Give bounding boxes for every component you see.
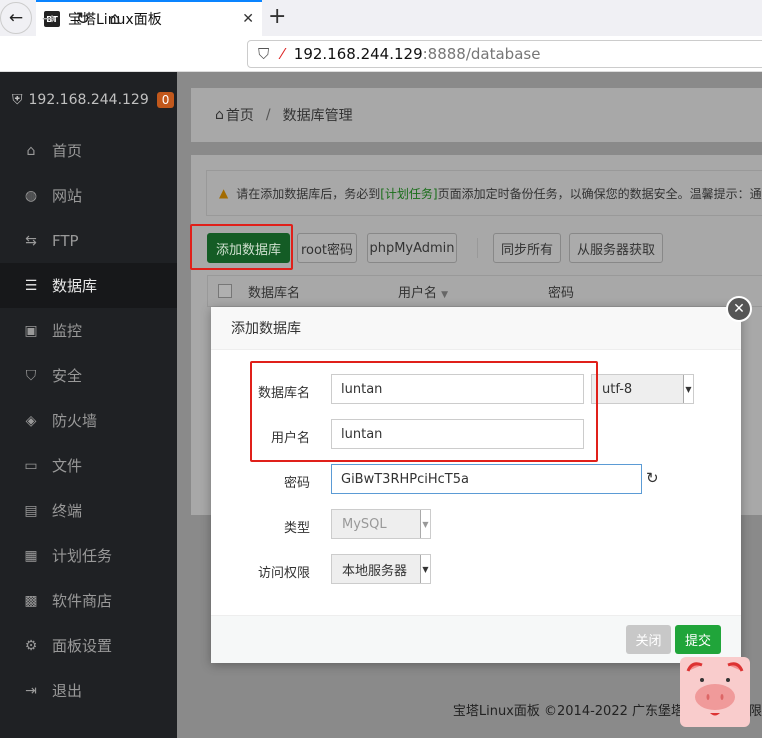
sidebar-item-2[interactable]: ⇆ FTP <box>0 218 177 263</box>
terminal-icon: ▤ <box>24 502 38 519</box>
highlight-box <box>190 224 293 270</box>
server-ip: 192.168.244.129 <box>28 92 149 108</box>
gear-icon: ⚙ <box>24 637 38 654</box>
sidebar-item-11[interactable]: ⚙ 面板设置 <box>0 623 177 668</box>
cron-link[interactable]: [计划任务] <box>380 185 437 202</box>
sidebar-item-label: 数据库 <box>52 277 98 295</box>
dropdown-arrow-icon: ▼ <box>420 510 430 538</box>
ftp-icon: ⇆ <box>25 232 37 249</box>
url-path: :8888/database <box>422 45 541 63</box>
breadcrumb-separator: / <box>265 107 271 123</box>
highlight-box <box>250 361 598 462</box>
warning-icon: ▲ <box>219 186 229 200</box>
sidebar: ⛨ 192.168.244.129 0 ⌂ 首页 ◍ 网站 ⇆ FTP ☰ 数据库 ▣ 监控 ⛉ 安全… <box>0 72 177 738</box>
home-icon: ⌂ <box>215 107 224 123</box>
select-all-checkbox[interactable] <box>218 284 232 298</box>
sidebar-item-label: 终端 <box>52 502 83 520</box>
column-password: 密码 <box>548 285 575 301</box>
shield-icon: ⛉ <box>258 45 270 63</box>
sidebar-item-label: 退出 <box>52 682 83 700</box>
type-value: MySQL <box>342 516 387 532</box>
server-header: ⛨ 192.168.244.129 0 <box>0 72 177 128</box>
sidebar-item-3[interactable]: ☰ 数据库 <box>0 263 177 308</box>
database-icon: ☰ <box>24 277 38 294</box>
fetch-from-server-button[interactable]: 从服务器获取 <box>569 233 663 263</box>
sidebar-item-4[interactable]: ▣ 监控 <box>0 308 177 353</box>
shield-icon: ⛉ <box>25 367 37 384</box>
charset-select[interactable]: utf-8 ▼ <box>591 374 694 404</box>
sidebar-item-label: FTP <box>52 231 79 250</box>
grid-icon: ▩ <box>24 592 38 609</box>
logout-icon: ⇥ <box>25 682 37 699</box>
sidebar-item-label: 防火墙 <box>52 412 98 430</box>
column-dbname: 数据库名 <box>248 285 301 301</box>
charset-value: utf-8 <box>602 381 633 397</box>
new-tab-button[interactable]: + <box>268 4 286 29</box>
home-icon: ⌂ <box>26 142 36 159</box>
sidebar-item-label: 面板设置 <box>52 637 113 655</box>
close-button[interactable]: 关闭 <box>626 625 671 654</box>
divider <box>477 238 478 258</box>
type-label: 类型 <box>283 521 310 536</box>
table-header: 数据库名 用户名 ▼ 密码 <box>207 275 762 307</box>
notice-bar: ▲ 请在添加数据库后，务必到 [计划任务] 页面添加定时备份任务，以确保您的数据安全… <box>206 170 762 216</box>
dropdown-arrow-icon: ▼ <box>420 555 430 583</box>
close-tab-icon[interactable]: ✕ <box>242 11 254 27</box>
type-select[interactable]: MySQL ▼ <box>331 509 431 539</box>
forward-button[interactable]: → <box>36 6 62 32</box>
monitor-icon: ▣ <box>24 322 38 339</box>
url-host: 192.168.244.129 <box>293 45 423 63</box>
insecure-lock-icon: ⁄ <box>281 45 284 63</box>
url-bar[interactable]: ⛉ ⁄ 192.168.244.129:8888/database <box>247 40 762 68</box>
pig-mascot-icon[interactable] <box>680 657 750 727</box>
notice-text: 请在添加数据库后，务必到 <box>236 186 381 201</box>
reload-button[interactable]: ↻ <box>70 6 96 32</box>
sidebar-item-label: 计划任务 <box>52 547 113 565</box>
sidebar-item-label: 首页 <box>52 142 83 160</box>
breadcrumb-current: 数据库管理 <box>282 108 353 124</box>
access-label: 访问权限 <box>257 566 310 581</box>
sidebar-item-1[interactable]: ◍ 网站 <box>0 173 177 218</box>
dropdown-arrow-icon: ▼ <box>683 375 693 403</box>
firewall-icon: ◈ <box>25 412 37 429</box>
notice-text-2: 页面添加定时备份任务，以确保您的数据安全。温馨提示：通 <box>437 186 762 201</box>
column-username[interactable]: 用户名 ▼ <box>398 282 548 301</box>
globe-icon: ◍ <box>24 187 38 204</box>
access-value: 本地服务器 <box>342 563 408 579</box>
calendar-icon: ▦ <box>24 547 38 564</box>
sidebar-item-10[interactable]: ▩ 软件商店 <box>0 578 177 623</box>
sidebar-item-6[interactable]: ◈ 防火墙 <box>0 398 177 443</box>
sidebar-item-7[interactable]: ▭ 文件 <box>0 443 177 488</box>
sort-down-icon: ▼ <box>441 289 449 300</box>
home-button[interactable]: ⌂ <box>102 6 128 32</box>
close-icon[interactable]: ✕ <box>726 296 752 322</box>
phpmyadmin-button[interactable]: phpMyAdmin <box>367 233 457 263</box>
sync-all-button[interactable]: 同步所有 <box>493 233 561 263</box>
server-icon: ⛨ <box>12 92 23 108</box>
breadcrumb: ⌂ 首页 / 数据库管理 <box>191 88 762 142</box>
back-button[interactable]: ← <box>0 2 32 34</box>
column-username-label: 用户名 <box>398 285 438 301</box>
sidebar-item-label: 软件商店 <box>52 592 113 610</box>
password-input[interactable]: GiBwT3RHPciHcT5a <box>331 464 642 494</box>
dialog-title: 添加数据库 <box>211 307 741 350</box>
sidebar-item-8[interactable]: ▤ 终端 <box>0 488 177 533</box>
sidebar-item-label: 网站 <box>52 187 83 205</box>
sidebar-item-12[interactable]: ⇥ 退出 <box>0 668 177 713</box>
root-password-button[interactable]: root密码 <box>297 233 357 263</box>
notification-badge[interactable]: 0 <box>156 92 175 108</box>
sidebar-item-label: 安全 <box>52 367 83 385</box>
breadcrumb-home[interactable]: 首页 <box>226 105 254 125</box>
submit-button[interactable]: 提交 <box>675 625 721 654</box>
sidebar-item-0[interactable]: ⌂ 首页 <box>0 128 177 173</box>
sidebar-item-label: 监控 <box>52 322 83 340</box>
refresh-password-icon[interactable]: ↻ <box>646 469 659 487</box>
sidebar-item-label: 文件 <box>52 457 83 475</box>
sidebar-item-9[interactable]: ▦ 计划任务 <box>0 533 177 578</box>
access-select[interactable]: 本地服务器 ▼ <box>331 554 431 584</box>
sidebar-item-5[interactable]: ⛉ 安全 <box>0 353 177 398</box>
footer: 宝塔Linux面板 ©2014-2022 广东堡塔安全技术有限 <box>452 704 762 719</box>
password-label: 密码 <box>283 476 310 491</box>
folder-icon: ▭ <box>24 457 38 474</box>
